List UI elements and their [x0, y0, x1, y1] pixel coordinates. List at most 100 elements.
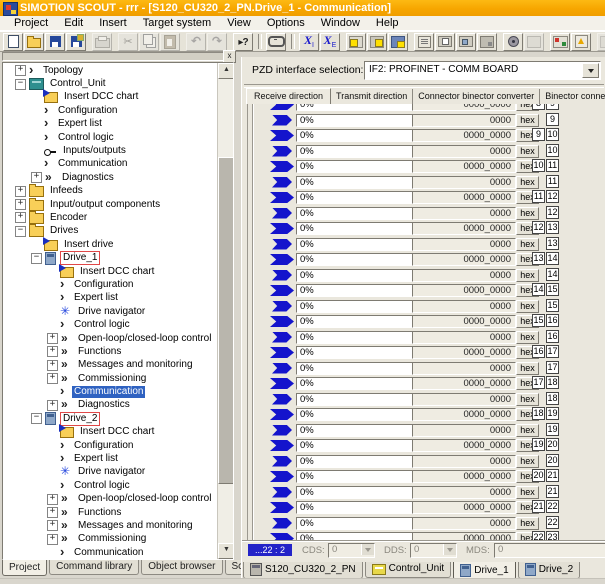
expand-toggle-icon[interactable]: + [47, 494, 58, 505]
value-percent-field[interactable]: 0% [296, 145, 413, 158]
tab-command-library[interactable]: Command library [49, 560, 139, 575]
value-hex-field[interactable]: 0000 [412, 238, 516, 251]
value-percent-field[interactable]: 0% [296, 439, 413, 452]
window-tab-drive-2[interactable]: Drive_2 [518, 562, 580, 579]
value-hex-field[interactable]: 0000_0000 [412, 377, 516, 390]
load-to-target-button[interactable] [435, 33, 455, 51]
connect-target-button[interactable] [503, 33, 523, 51]
menu-view[interactable]: View [219, 16, 259, 30]
value-hex-field[interactable]: 0000 [412, 517, 516, 530]
tree-item-messages-and-monitoring[interactable]: +Messages and monitoring [3, 519, 218, 532]
expand-toggle-icon[interactable]: + [15, 199, 26, 210]
tree-item-expert-list[interactable]: Expert list [3, 292, 218, 305]
context-help-button[interactable] [233, 33, 253, 51]
value-percent-field[interactable]: 0% [296, 300, 413, 313]
value-hex-field[interactable]: 0000 [412, 424, 516, 437]
value-percent-field[interactable]: 0% [296, 104, 413, 111]
tree-item-configuration[interactable]: Configuration [3, 278, 218, 291]
tree-item-configuration[interactable]: Configuration [3, 104, 218, 117]
value-hex-field[interactable]: 0000 [412, 269, 516, 282]
tree-item-communication[interactable]: Communication [3, 158, 218, 171]
dds-select[interactable]: 0 [410, 543, 457, 558]
tree-item-functions[interactable]: +Functions [3, 345, 218, 358]
tree-item-configuration[interactable]: Configuration [3, 439, 218, 452]
tree-item-input-output-components[interactable]: +Input/output components [3, 198, 218, 211]
value-hex-field[interactable]: 0000 [412, 176, 516, 189]
expand-toggle-icon[interactable]: + [47, 400, 58, 411]
tree-item-control-unit[interactable]: −Control_Unit [3, 77, 218, 90]
value-hex-field[interactable]: 0000 [412, 145, 516, 158]
value-percent-field[interactable]: 0% [296, 408, 413, 421]
value-percent-field[interactable]: 0% [296, 501, 413, 514]
menu-edit[interactable]: Edit [56, 16, 91, 30]
expand-toggle-icon[interactable]: + [15, 65, 26, 76]
tree-item-encoder[interactable]: +Encoder [3, 211, 218, 224]
value-hex-field[interactable]: 0000_0000 [412, 104, 516, 111]
tab-transmit-direction[interactable]: Transmit direction [331, 89, 413, 104]
menu-window[interactable]: Window [313, 16, 368, 30]
scroll-down-icon[interactable]: ▼ [218, 543, 234, 559]
tree-item-insert-drive[interactable]: Insert drive [3, 238, 218, 251]
tree-item-communication[interactable]: Communication [3, 546, 218, 559]
value-hex-field[interactable]: 0000 [412, 114, 516, 127]
function-generator-button[interactable] [367, 33, 387, 51]
value-percent-field[interactable]: 0% [296, 486, 413, 499]
value-percent-field[interactable]: 0% [296, 176, 413, 189]
value-hex-field[interactable]: 0000 [412, 486, 516, 499]
tree-scrollbar[interactable]: ▲ ▼ [217, 63, 233, 559]
value-hex-field[interactable]: 0000_0000 [412, 346, 516, 359]
value-percent-field[interactable]: 0% [296, 470, 413, 483]
trace-button[interactable] [346, 33, 366, 51]
value-hex-field[interactable]: 0000 [412, 331, 516, 344]
tree-item-drives[interactable]: −Drives [3, 225, 218, 238]
value-percent-field[interactable]: 0% [296, 377, 413, 390]
expand-toggle-icon[interactable]: − [15, 79, 26, 90]
window-tab-s120-cu320-2-pn[interactable]: S120_CU320_2_PN [243, 562, 363, 579]
value-percent-field[interactable]: 0% [296, 253, 413, 266]
tree-item-insert-dcc-chart[interactable]: Insert DCC chart [3, 426, 218, 439]
menu-insert[interactable]: Insert [91, 16, 135, 30]
value-percent-field[interactable]: 0% [296, 284, 413, 297]
tree-item-commissioning[interactable]: +Commissioning [3, 533, 218, 546]
tree-item-control-logic[interactable]: Control logic [3, 318, 218, 331]
value-hex-field[interactable]: 0000_0000 [412, 501, 516, 514]
value-hex-field[interactable]: 0000 [412, 300, 516, 313]
value-percent-field[interactable]: 0% [296, 424, 413, 437]
expand-toggle-icon[interactable]: − [31, 413, 42, 424]
expand-toggle-icon[interactable]: + [47, 507, 58, 518]
tab-binector-connector-converter[interactable]: Binector connector converter [540, 89, 605, 104]
tree-item-commissioning[interactable]: +Commissioning [3, 372, 218, 385]
value-hex-field[interactable]: 0000 [412, 455, 516, 468]
tree-item-topology[interactable]: +Topology [3, 64, 218, 77]
expand-toggle-icon[interactable]: + [31, 172, 42, 183]
tree-item-drive-navigator[interactable]: Drive navigator [3, 466, 218, 479]
value-percent-field[interactable]: 0% [296, 222, 413, 235]
tab-object-browser[interactable]: Object browser [141, 560, 222, 575]
value-percent-field[interactable]: 0% [296, 455, 413, 468]
tree-item-open-loop-closed-loop-control[interactable]: +Open-loop/closed-loop control [3, 493, 218, 506]
window-tab-control-unit[interactable]: Control_Unit [365, 562, 452, 578]
tree-item-insert-dcc-chart[interactable]: Insert DCC chart [3, 91, 218, 104]
signal-output-button[interactable] [320, 33, 340, 51]
tree-item-communication[interactable]: Communication [3, 385, 218, 398]
tree-item-expert-list[interactable]: Expert list [3, 452, 218, 465]
save-button[interactable] [45, 33, 65, 51]
value-hex-field[interactable]: 0000_0000 [412, 160, 516, 173]
pzd-interface-select[interactable]: IF2: PROFINET - COMM BOARD [364, 61, 601, 80]
value-hex-field[interactable]: 0000_0000 [412, 222, 516, 235]
tree-item-inputs-outputs[interactable]: Inputs/outputs [3, 144, 218, 157]
value-percent-field[interactable]: 0% [296, 331, 413, 344]
dds-dropdown-icon[interactable] [443, 544, 456, 555]
value-percent-field[interactable]: 0% [296, 393, 413, 406]
save-and-compile-button[interactable] [66, 33, 86, 51]
menu-project[interactable]: Project [6, 16, 56, 30]
value-percent-field[interactable]: 0% [296, 129, 413, 142]
expand-toggle-icon[interactable]: + [47, 520, 58, 531]
accessible-nodes-button[interactable] [550, 33, 570, 51]
tree-item-control-logic[interactable]: Control logic [3, 479, 218, 492]
expert-list-button[interactable] [414, 33, 434, 51]
value-hex-field[interactable]: 0000_0000 [412, 470, 516, 483]
value-percent-field[interactable]: 0% [296, 191, 413, 204]
tab-connector-binector-converter[interactable]: Connector binector converter [413, 89, 540, 104]
scrollbar-thumb[interactable] [218, 157, 234, 484]
